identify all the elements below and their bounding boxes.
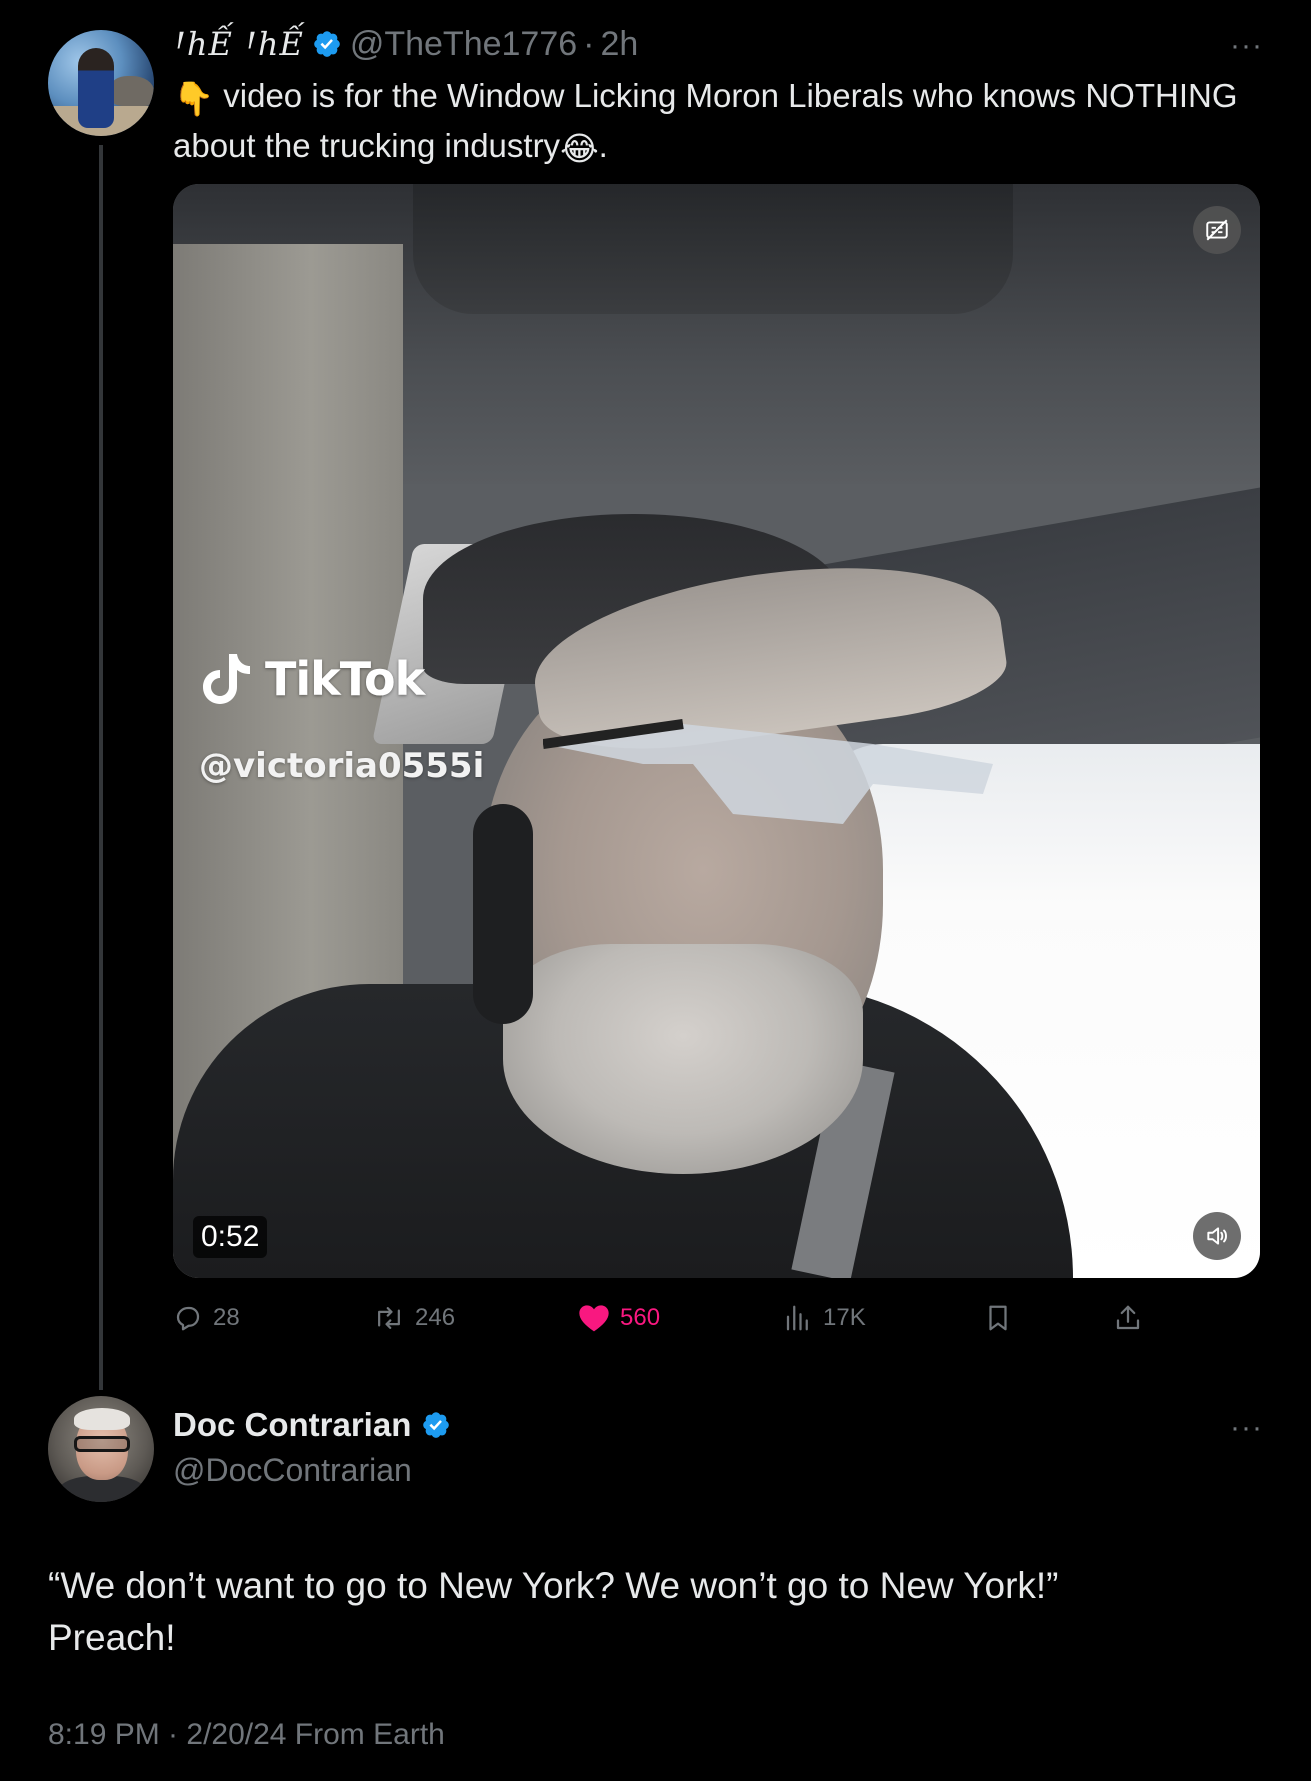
volume-icon[interactable] [1193, 1212, 1241, 1260]
avatar[interactable] [48, 30, 154, 136]
verified-badge-icon[interactable] [421, 1410, 451, 1440]
repost-icon [378, 1307, 400, 1329]
display-name[interactable]: Doc Contrarian [173, 1406, 411, 1444]
laughing-emoji: 😂 [560, 129, 599, 167]
tweet-header: ꞋhẾ ꞋhẾ @TheThe1776 · 2h [173, 24, 638, 64]
video-frame-visor [413, 184, 1013, 314]
views-chart-icon [786, 1305, 808, 1331]
pointing-down-emoji: 👇 [173, 79, 215, 117]
bookmark-icon [989, 1305, 1007, 1331]
like-count: 560 [620, 1304, 661, 1331]
tweet-action-bar: 28 246 560 17K [173, 1298, 1173, 1338]
post-timestamp[interactable]: 8:19 PM · 2/20/24 From Earth [48, 1718, 445, 1752]
reply-quote-line: “We don’t want to go to New York? We won… [48, 1565, 1059, 1606]
reply-author: Doc Contrarian [173, 1406, 459, 1444]
separator-dot: · [583, 24, 595, 63]
video-player[interactable]: TikTok @victoria0555i 0:52 [173, 184, 1260, 1278]
post-time[interactable]: 2h [600, 25, 638, 64]
user-handle[interactable]: @TheThe1776 [350, 25, 577, 64]
user-handle[interactable]: @DocContrarian [173, 1452, 412, 1489]
reply-text: “We don’t want to go to New York? We won… [48, 1560, 1248, 1664]
more-horizontal-icon[interactable]: ··· [1230, 1413, 1263, 1443]
captions-off-icon[interactable] [1193, 206, 1241, 254]
avatar[interactable] [48, 1396, 154, 1502]
views-button[interactable]: 17K [783, 1298, 866, 1338]
video-frame-beard [503, 944, 863, 1174]
video-duration: 0:52 [193, 1216, 268, 1258]
verified-badge-icon[interactable] [312, 29, 342, 59]
like-button[interactable]: 560 [578, 1298, 660, 1338]
tiktok-brand: TikTok [265, 652, 425, 706]
avatar-background [110, 76, 154, 106]
thread-connector-line [99, 145, 103, 1390]
tiktok-watermark: TikTok [203, 652, 425, 706]
heart-filled-icon [579, 1305, 609, 1332]
video-frame-sunglasses [543, 719, 993, 824]
avatar-glasses [74, 1436, 130, 1452]
repost-count: 246 [415, 1304, 456, 1331]
reply-icon [176, 1306, 200, 1331]
display-name[interactable]: ꞋhẾ ꞋhẾ [173, 25, 304, 63]
tweet-text-end: . [598, 126, 608, 164]
avatar-figure [78, 48, 114, 128]
repost-button[interactable]: 246 [373, 1298, 455, 1338]
reply-comment-line: Preach! [48, 1617, 176, 1658]
tweet-text: 👇 video is for the Window Licking Moron … [173, 72, 1253, 172]
tiktok-handle: @victoria0555i [199, 746, 485, 786]
avatar-hair [74, 1408, 130, 1430]
reply-button[interactable]: 28 [173, 1298, 240, 1338]
share-icon [1116, 1305, 1140, 1330]
reply-count: 28 [213, 1304, 240, 1331]
views-count: 17K [823, 1304, 866, 1331]
video-frame-headphone [473, 804, 533, 1024]
bookmark-button[interactable] [983, 1298, 1023, 1338]
tweet-body: video is for the Window Licking Moron Li… [173, 77, 1238, 164]
more-horizontal-icon[interactable]: ··· [1230, 31, 1263, 61]
tiktok-logo-icon [203, 654, 250, 704]
share-button[interactable] [1113, 1298, 1153, 1338]
